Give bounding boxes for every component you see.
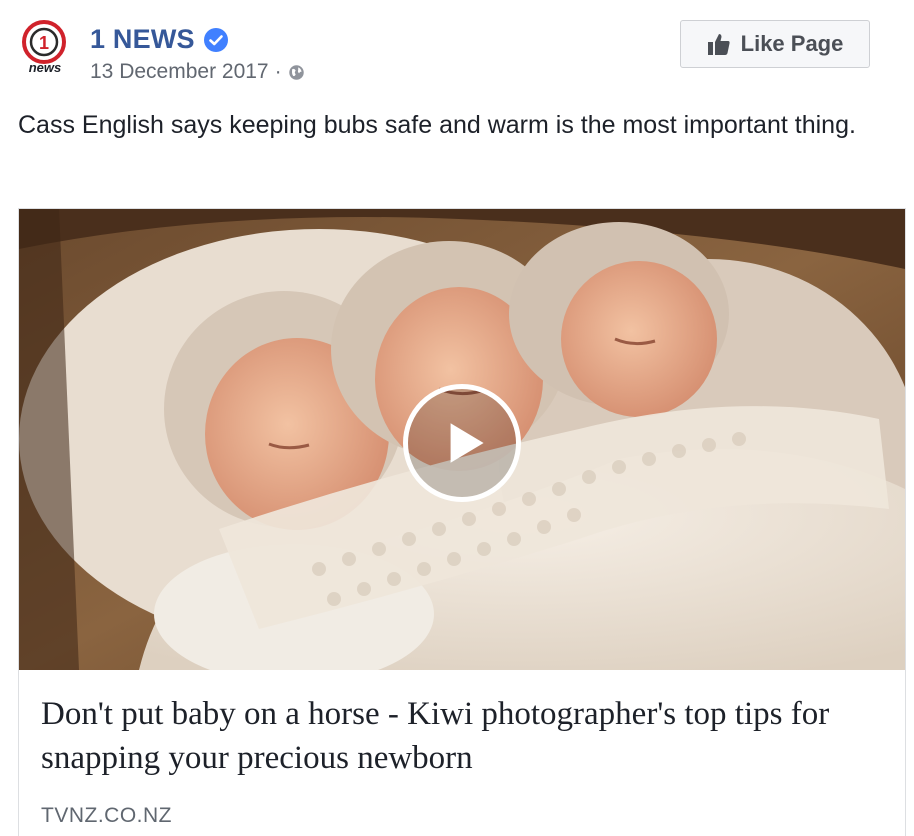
meta-separator: ·: [274, 60, 282, 83]
like-page-button[interactable]: Like Page: [680, 20, 870, 68]
like-page-label: Like Page: [740, 31, 844, 56]
page-avatar[interactable]: 1 news: [18, 18, 76, 76]
link-headline[interactable]: Don't put baby on a horse - Kiwi photogr…: [41, 692, 883, 780]
post-header: 1 news 1 NEWS 13 December 2017 · Like Pa…: [18, 18, 898, 88]
video-thumbnail[interactable]: [19, 209, 905, 670]
page-name-link[interactable]: 1 NEWS: [90, 24, 195, 55]
thumbs-up-icon: [707, 34, 730, 55]
post-timestamp[interactable]: 13 December 2017: [90, 60, 269, 84]
post-message: Cass English says keeping bubs safe and …: [18, 111, 856, 139]
page-name-row: 1 NEWS: [90, 24, 228, 55]
play-icon: [450, 423, 484, 463]
link-attachment[interactable]: Don't put baby on a horse - Kiwi photogr…: [18, 208, 906, 836]
play-video-button[interactable]: [403, 384, 521, 502]
post-meta: 13 December 2017 ·: [90, 60, 305, 84]
avatar-number: 1: [39, 33, 49, 53]
globe-icon[interactable]: [288, 64, 305, 81]
link-domain: TVNZ.CO.NZ: [41, 804, 172, 827]
1news-logo-icon: 1 news: [22, 20, 66, 75]
verified-badge-icon: [203, 27, 228, 52]
link-info[interactable]: Don't put baby on a horse - Kiwi photogr…: [19, 670, 905, 828]
avatar-wordmark: news: [29, 60, 62, 75]
